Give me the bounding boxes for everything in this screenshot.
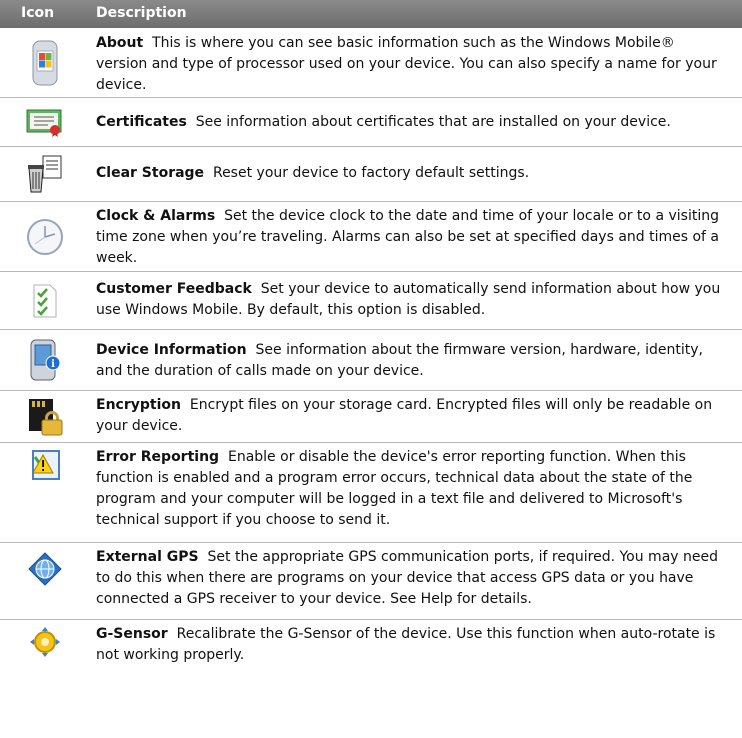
table-row: Clear Storage Reset your device to facto…: [0, 147, 742, 202]
row-description: See information about certificates that …: [195, 114, 671, 130]
description-column-header: Description: [96, 5, 187, 21]
table-row: External GPS Set the appropriate GPS com…: [0, 543, 742, 620]
table-row: Certificates See information about certi…: [0, 98, 742, 147]
row-title: Certificates: [96, 114, 187, 130]
icon-column-header: Icon: [21, 5, 55, 21]
settings-table: Icon Description About This is where you…: [0, 0, 742, 687]
customer-feedback-icon: [0, 272, 90, 329]
table-row: Encryption Encrypt files on your storage…: [0, 391, 742, 443]
row-title: About: [96, 35, 144, 51]
clear-storage-icon: [0, 147, 90, 201]
row-title: Encryption: [96, 397, 181, 413]
device-information-icon: i: [0, 330, 90, 390]
table-row: Error Reporting Enable or disable the de…: [0, 443, 742, 543]
row-title: Customer Feedback: [96, 281, 252, 297]
table-row: G-Sensor Recalibrate the G-Sensor of the…: [0, 620, 742, 687]
g-sensor-icon: [0, 620, 90, 687]
table-row: Clock & Alarms Set the device clock to t…: [0, 202, 742, 272]
row-title: Clock & Alarms: [96, 208, 216, 224]
error-reporting-icon: [0, 443, 90, 542]
row-title: Clear Storage: [96, 165, 205, 181]
svg-text:i: i: [51, 359, 55, 370]
row-title: G-Sensor: [96, 626, 168, 642]
row-description: Encrypt files on your storage card. Encr…: [96, 397, 713, 434]
row-title: External GPS: [96, 549, 199, 565]
about-icon: [0, 28, 90, 97]
row-title: Error Reporting: [96, 449, 220, 465]
clock-icon: [0, 202, 90, 271]
table-row: About This is where you can see basic in…: [0, 28, 742, 98]
table-row: Customer Feedback Set your device to aut…: [0, 272, 742, 330]
certificates-icon: [0, 98, 90, 146]
encryption-icon: [0, 391, 90, 442]
table-row: i Device Information See information abo…: [0, 330, 742, 391]
row-description: Reset your device to factory default set…: [212, 165, 530, 181]
row-description: This is where you can see basic informat…: [96, 35, 717, 93]
external-gps-icon: [0, 543, 90, 619]
row-description: Recalibrate the G-Sensor of the device. …: [96, 626, 716, 663]
row-title: Device Information: [96, 342, 247, 358]
table-header: Icon Description: [0, 0, 742, 28]
